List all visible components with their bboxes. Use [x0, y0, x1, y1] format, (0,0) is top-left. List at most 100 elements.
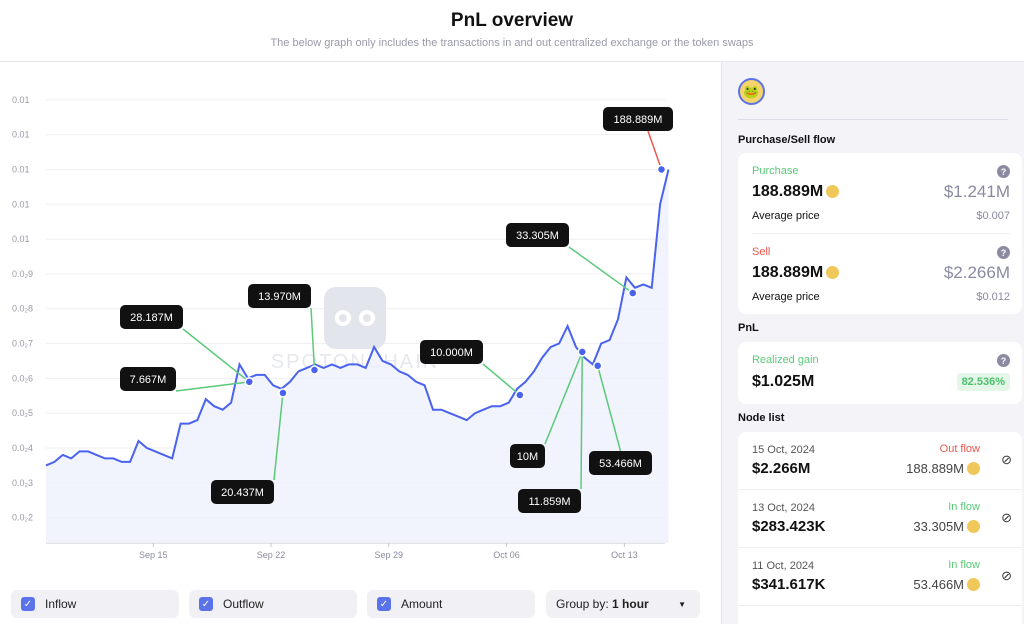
node-usd: $2.266M	[752, 460, 811, 477]
flow-card: Purchase ? 188.889M $1.241M Average pric…	[738, 153, 1022, 314]
help-icon[interactable]: ?	[997, 165, 1010, 178]
sell-usd: $2.266M	[943, 263, 1010, 282]
annotation-label-text: 7.667M	[130, 374, 167, 386]
page-header: PnL overview The below graph only includ…	[0, 0, 1024, 62]
annotation-connector	[482, 363, 521, 396]
y-tick-label: 0.0₂7	[12, 339, 33, 349]
y-tick-label: 0.0₂6	[12, 373, 33, 383]
annotation-label-text: 13.970M	[258, 291, 301, 303]
annotation-label[interactable]: 10M	[510, 444, 545, 468]
token-icon[interactable]: 🐸	[738, 78, 765, 105]
purchase-amount: 188.889M	[752, 183, 824, 200]
node-list-item[interactable]: 13 Oct, 2024 $283.423K In flow 33.305M ⊘	[738, 490, 1022, 548]
amount-label: Amount	[401, 597, 443, 611]
outflow-checkbox[interactable]: ✓ Outflow	[189, 590, 357, 618]
check-icon: ✓	[21, 597, 35, 611]
y-tick-label: 0.01	[12, 199, 30, 209]
annotation-label[interactable]: 13.970M	[248, 284, 311, 308]
divider	[738, 119, 1008, 120]
annotation-label-text: 28.187M	[130, 312, 173, 324]
y-tick-label: 0.01	[12, 164, 30, 174]
annotation-connector	[647, 130, 663, 170]
node-list-item[interactable]: 11 Oct, 2024 $341.617K In flow 53.466M ⊘	[738, 548, 1022, 606]
node-list: 15 Oct, 2024 $2.266M Out flow 188.889M ⊘…	[738, 432, 1022, 624]
pnl-title: PnL	[738, 322, 759, 334]
caret-down-icon: ▼	[678, 599, 686, 609]
pnl-chart[interactable]: 0.01 0.01 0.01 0.01 0.01 0.0₂9 0.0₂8 0.0₂7 0.0₂6…	[0, 62, 720, 587]
annotation-label-text: 33.305M	[516, 230, 559, 242]
annotation-connector	[182, 328, 250, 383]
y-tick-label: 0.0₂3	[12, 478, 33, 488]
annotation-point	[592, 361, 603, 371]
node-amount: 33.305M	[913, 519, 964, 534]
annotation-label[interactable]: 53.466M	[589, 451, 652, 475]
annotation-point	[515, 390, 525, 400]
y-tick-label: 0.0₂2	[12, 513, 33, 523]
annotation-point	[309, 365, 320, 375]
divider	[752, 233, 1010, 234]
group-by-select[interactable]: Group by: 1 hour ▼	[546, 590, 700, 618]
sidebar: 🐸 Purchase/Sell flow Purchase ? 188.889M…	[721, 62, 1024, 624]
realized-gain-value: $1.025M	[752, 373, 815, 390]
watermark-logo	[324, 287, 386, 349]
y-tick-label: 0.01	[12, 234, 30, 244]
sell-avg-label: Average price	[752, 291, 820, 303]
inflow-checkbox[interactable]: ✓ Inflow	[11, 590, 179, 618]
x-tick-label: Sep 22	[257, 550, 286, 560]
y-tick-label: 0.0₂8	[12, 304, 33, 314]
pnl-card: Realized gain ? $1.025M 82.536%	[738, 342, 1022, 404]
token-icon	[967, 462, 980, 475]
token-icon	[967, 520, 980, 533]
x-tick-label: Sep 29	[375, 550, 404, 560]
x-tick-label: Sep 15	[139, 550, 168, 560]
y-tick-label: 0.0₂9	[12, 269, 33, 279]
chart-controls: ✓ Inflow ✓ Outflow ✓ Amount Group by: 1 hou…	[0, 590, 720, 618]
token-icon	[826, 266, 840, 279]
y-tick-label: 0.01	[12, 130, 30, 140]
realized-gain-percent: 82.536%	[956, 373, 1010, 391]
outflow-label: Outflow	[223, 597, 264, 611]
page-title: PnL overview	[450, 10, 574, 31]
help-icon[interactable]: ?	[997, 246, 1010, 259]
eye-off-icon[interactable]: ⊘	[1001, 568, 1012, 584]
node-amount: 188.889M	[906, 461, 964, 476]
page-subtitle: The below graph only includes the transa…	[270, 37, 754, 49]
eye-off-icon[interactable]: ⊘	[1001, 452, 1012, 468]
token-icon	[826, 185, 840, 198]
sell-amount: 188.889M	[752, 264, 824, 281]
realized-gain-label: Realized gain	[752, 354, 819, 366]
annotation-label-text: 188.889M	[614, 114, 663, 126]
help-icon[interactable]: ?	[997, 354, 1010, 367]
annotation-label[interactable]: 28.187M	[120, 305, 183, 329]
y-tick-label: 0.0₂4	[12, 443, 33, 453]
x-tick-label: Oct 06	[493, 550, 520, 560]
annotation-label[interactable]: 20.437M	[211, 480, 274, 504]
annotation-label-text: 11.859M	[529, 496, 571, 508]
group-by-label: Group by:	[556, 597, 609, 611]
node-flow-type: Out flow	[939, 443, 980, 455]
annotation-label[interactable]: 10.000M	[420, 340, 483, 364]
eye-off-icon[interactable]: ⊘	[1001, 510, 1012, 526]
annotation-label[interactable]: 33.305M	[506, 223, 569, 247]
node-date: 11 Oct, 2024	[752, 560, 815, 572]
node-date: 13 Oct, 2024	[752, 502, 815, 514]
node-date: 15 Oct, 2024	[752, 444, 815, 456]
annotation-label[interactable]: 7.667M	[120, 367, 176, 391]
token-icon	[967, 578, 980, 591]
annotation-point	[656, 164, 667, 175]
annotation-label[interactable]: 11.859M	[518, 489, 581, 513]
purchase-avg-price: $0.007	[976, 210, 1010, 222]
annotation-point	[278, 388, 288, 398]
annotation-point	[628, 288, 638, 298]
sell-label: Sell	[752, 246, 771, 258]
flow-title: Purchase/Sell flow	[738, 134, 836, 146]
x-tick-label: Oct 13	[611, 550, 638, 560]
node-flow-type: In flow	[948, 501, 980, 513]
amount-checkbox[interactable]: ✓ Amount	[367, 590, 535, 618]
annotation-label[interactable]: 188.889M	[603, 107, 673, 131]
annotation-label-text: 53.466M	[599, 458, 642, 470]
node-list-item[interactable]: 15 Oct, 2024 $2.266M Out flow 188.889M ⊘	[738, 432, 1022, 490]
node-amount: 53.466M	[913, 577, 964, 592]
node-usd: $283.423K	[752, 518, 826, 535]
node-flow-type: In flow	[948, 559, 980, 571]
